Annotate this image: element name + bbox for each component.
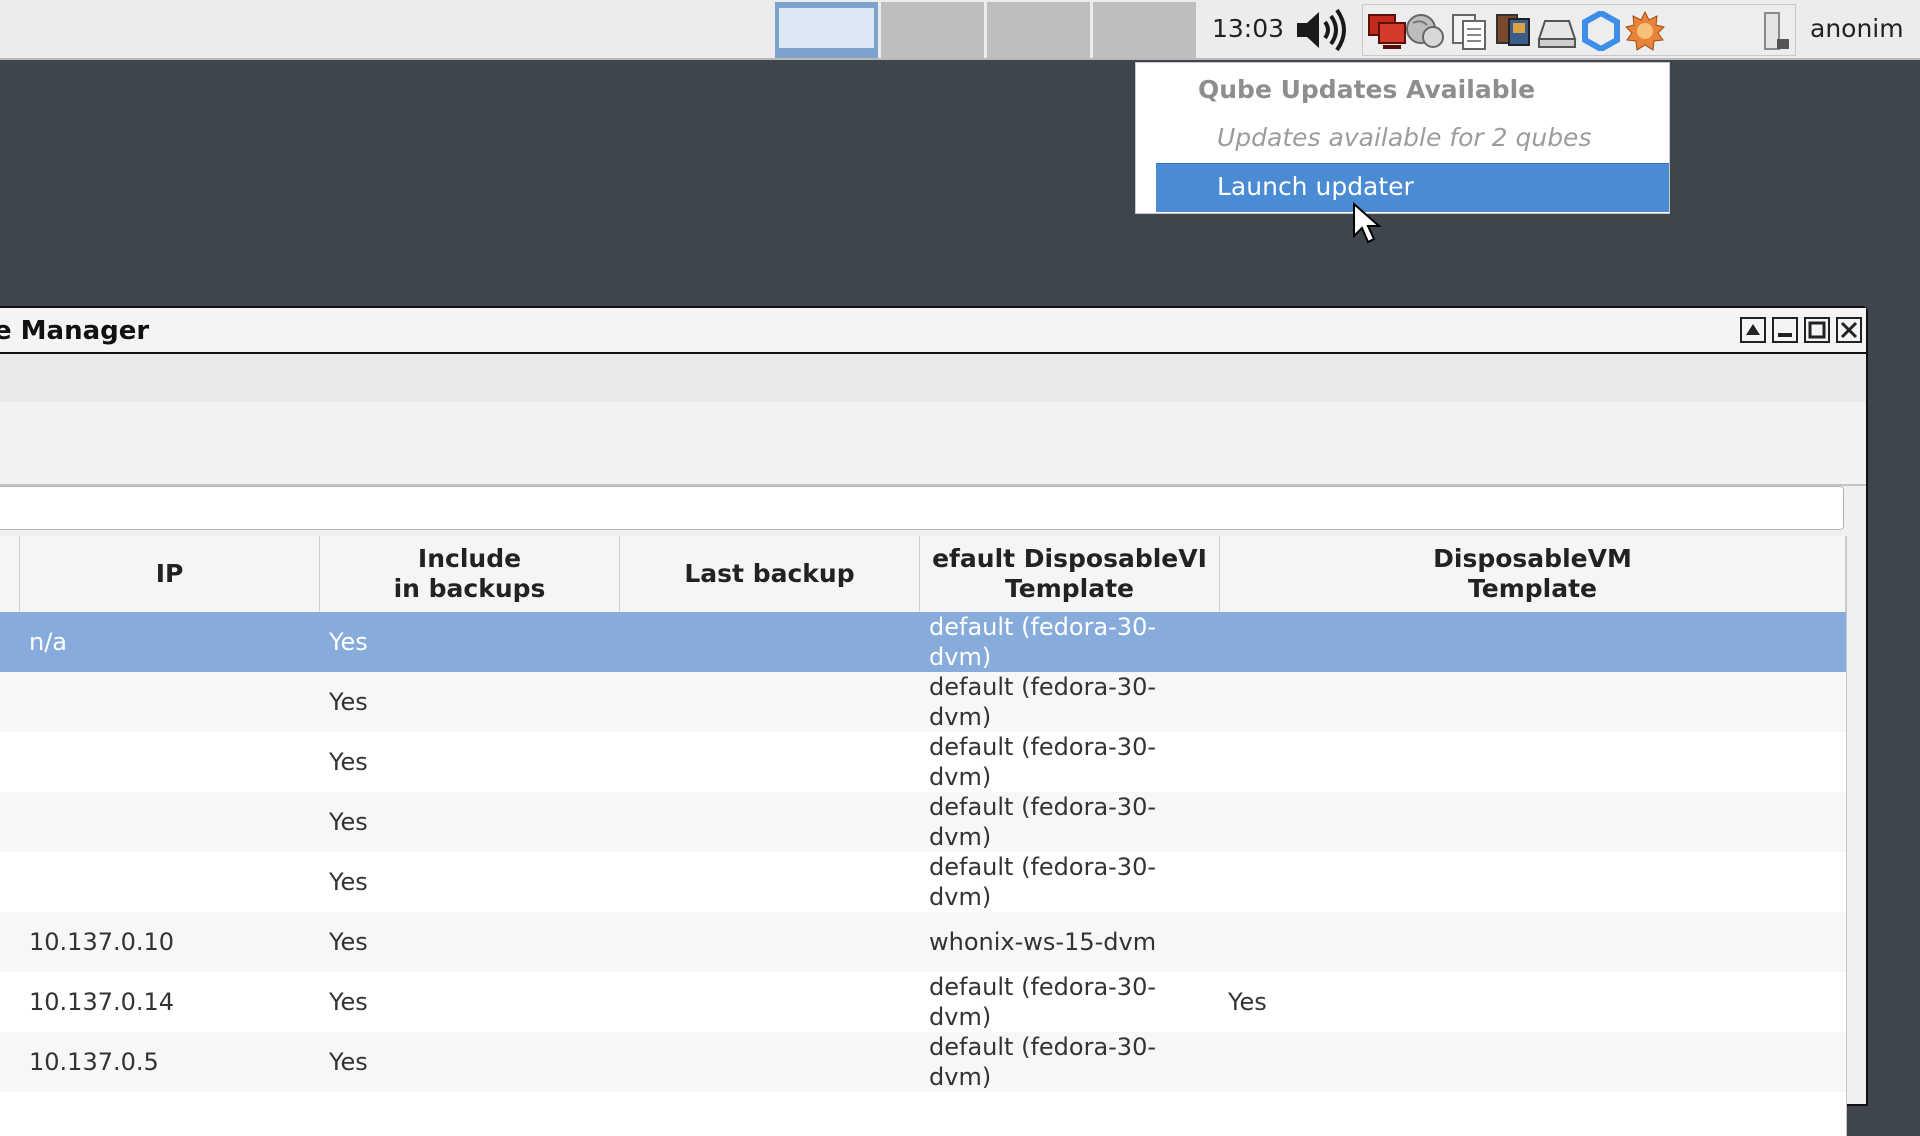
arrow-up-icon xyxy=(1746,324,1760,335)
notification-title: Qube Updates Available xyxy=(1198,75,1536,104)
notification-subtitle: Updates available for 2 qubes xyxy=(1217,123,1592,152)
maximize-icon xyxy=(1808,321,1826,339)
network-manager-icon[interactable] xyxy=(1405,11,1445,51)
column-header-dvm-template[interactable]: DisposableVM Template xyxy=(1220,536,1846,612)
clock[interactable]: 13:03 xyxy=(1212,14,1284,43)
cell-default-dvm: default (fedora-30-dvm) xyxy=(929,1033,1157,1091)
qubes-table: IP Include in backups Last backup efault… xyxy=(0,536,1847,1136)
table-row[interactable]: n/a Yes default (fedora-30-dvm) xyxy=(0,612,1846,672)
top-panel: 13:03 anonim xyxy=(0,0,1920,60)
mouse-cursor-icon xyxy=(1353,202,1382,244)
system-tray xyxy=(1362,4,1796,56)
cell-default-dvm: default (fedora-30-dvm) xyxy=(929,793,1157,851)
workspace-1-preview xyxy=(779,8,874,48)
maximize-button[interactable] xyxy=(1804,317,1830,343)
cell-backups: Yes xyxy=(329,688,368,716)
column-header-prev[interactable] xyxy=(0,536,20,612)
window-title: e Manager xyxy=(0,316,150,346)
close-button[interactable] xyxy=(1836,317,1862,343)
cell-default-dvm: default (fedora-30-dvm) xyxy=(929,973,1157,1031)
cell-backups: Yes xyxy=(329,928,368,956)
cell-backups: Yes xyxy=(329,868,368,896)
workspace-4[interactable] xyxy=(1093,2,1196,58)
battery-icon[interactable] xyxy=(1753,11,1793,51)
qubes-logo-icon[interactable] xyxy=(1581,11,1621,51)
workspace-switcher xyxy=(775,2,1199,58)
table-row[interactable]: Yes default (fedora-30-dvm) xyxy=(0,852,1846,912)
volume-icon[interactable] xyxy=(1295,8,1353,52)
column-header-backups[interactable]: Include in backups xyxy=(320,536,620,612)
launch-updater-button[interactable]: Launch updater xyxy=(1156,163,1669,212)
cell-backups: Yes xyxy=(329,1048,368,1076)
column-header-ip[interactable]: IP xyxy=(20,536,320,612)
column-header-default-dvm[interactable]: efault DisposableVI Template xyxy=(920,536,1220,612)
minimize-icon xyxy=(1778,333,1792,337)
minimize-button[interactable] xyxy=(1772,317,1798,343)
qubes-domains-icon[interactable] xyxy=(1367,11,1407,51)
updates-sun-icon[interactable] xyxy=(1625,11,1665,51)
workspace-2[interactable] xyxy=(881,2,984,58)
cell-dvm-template: Yes xyxy=(1228,988,1267,1016)
cell-backups: Yes xyxy=(329,628,368,656)
cell-ip: 10.137.0.14 xyxy=(29,988,175,1016)
table-row[interactable]: Yes default (fedora-30-dvm) xyxy=(0,792,1846,852)
window-titlebar[interactable]: e Manager xyxy=(0,308,1866,354)
menu-bar xyxy=(0,354,1866,403)
clipboard-icon[interactable] xyxy=(1449,11,1489,51)
cell-backups: Yes xyxy=(329,988,368,1016)
toolbar xyxy=(0,402,1866,486)
table-row[interactable]: 10.137.0.5 Yes default (fedora-30-dvm) xyxy=(0,1032,1846,1092)
cell-default-dvm: default (fedora-30-dvm) xyxy=(929,673,1157,731)
table-row[interactable]: 10.137.0.14 Yes default (fedora-30-dvm) … xyxy=(0,972,1846,1032)
cell-ip: n/a xyxy=(29,628,68,656)
close-icon xyxy=(1840,321,1858,339)
cell-default-dvm: default (fedora-30-dvm) xyxy=(929,853,1157,911)
table-row[interactable]: Yes default (fedora-30-dvm) xyxy=(0,672,1846,732)
cell-backups: Yes xyxy=(329,808,368,836)
table-row[interactable]: 10.137.0.10 Yes whonix-ws-15-dvm xyxy=(0,912,1846,972)
updates-notification: Qube Updates Available Updates available… xyxy=(1135,62,1670,214)
disk-icon[interactable] xyxy=(1537,11,1577,51)
table-header: IP Include in backups Last backup efault… xyxy=(0,536,1846,613)
cell-backups: Yes xyxy=(329,748,368,776)
cell-ip: 10.137.0.5 xyxy=(29,1048,159,1076)
launch-updater-label: Launch updater xyxy=(1217,172,1414,201)
devices-icon[interactable] xyxy=(1493,11,1533,51)
cell-default-dvm: default (fedora-30-dvm) xyxy=(929,733,1157,791)
column-header-last-backup[interactable]: Last backup xyxy=(620,536,920,612)
cell-default-dvm: default (fedora-30-dvm) xyxy=(929,613,1157,671)
cell-ip: 10.137.0.10 xyxy=(29,928,175,956)
qube-manager-window: e Manager IP Include in backups Last bac… xyxy=(0,306,1868,1136)
cell-default-dvm: whonix-ws-15-dvm xyxy=(929,928,1157,956)
user-name[interactable]: anonim xyxy=(1810,14,1904,43)
table-row[interactable]: Yes default (fedora-30-dvm) xyxy=(0,732,1846,792)
workspace-3[interactable] xyxy=(987,2,1090,58)
workspace-1[interactable] xyxy=(775,2,878,58)
search-input[interactable] xyxy=(0,486,1844,530)
window-menu-button[interactable] xyxy=(1740,317,1766,343)
